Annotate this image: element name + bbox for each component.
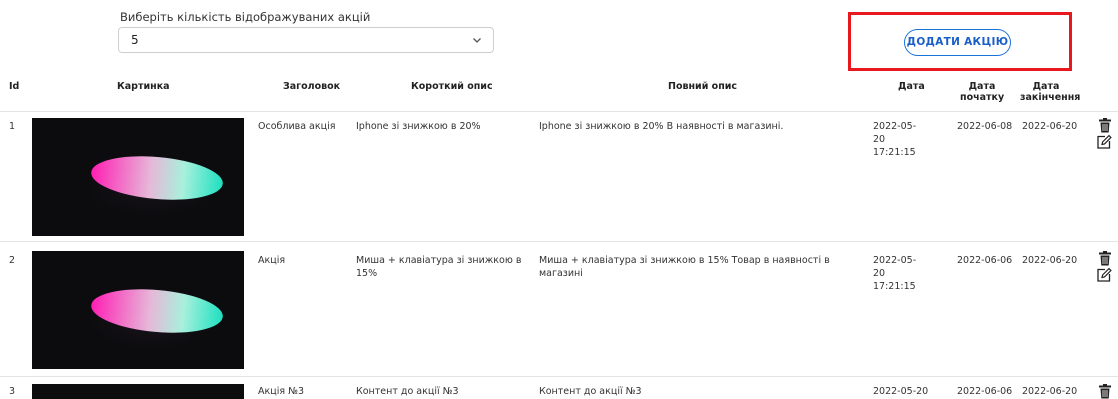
row-short: Iphone зі знижкою в 20% [356,121,481,132]
edit-icon[interactable] [1096,267,1112,283]
row-end: 2022-06-20 [1022,255,1078,266]
row-full: Миша + клавіатура зі знижкою в 15% Товар… [539,255,830,279]
row-end: 2022-06-20 [1022,386,1078,397]
edit-icon[interactable] [1096,134,1112,150]
row-title: Акція [258,255,286,266]
row-full: Контент до акції №3 [539,386,642,397]
row-date: 2022-05-20 [873,386,929,397]
row-id: 2 [9,255,16,266]
row-start: 2022-06-08 [957,121,1013,132]
header-image: Картинка [117,81,170,92]
header-full: Повний опис [668,81,738,92]
header-date: Дата [898,81,925,92]
select-label: Виберіть кількість відображуваних акцій [120,10,371,24]
row-date: 2022-05-20 17:21:15 [873,121,917,158]
header-id: Id [9,81,20,92]
promo-image [32,118,244,236]
row-title: Особлива акція [258,121,336,132]
promo-image [32,251,244,369]
header-start: Дата початку [960,81,1005,103]
count-select[interactable]: 5 [118,27,494,53]
select-value: 5 [131,33,139,47]
header-title: Заголовок [283,81,341,92]
header-short: Короткий опис [411,81,493,92]
row-start: 2022-06-06 [957,255,1013,266]
row-id: 1 [9,121,16,132]
row-date: 2022-05-20 17:21:15 [873,255,917,292]
row-short: Контент до акції №3 [356,386,459,397]
row-title: Акція №3 [258,386,305,397]
row-id: 3 [9,386,16,397]
header-divider [0,111,1118,112]
row-end: 2022-06-20 [1022,121,1078,132]
row-divider [0,241,1118,242]
row-start: 2022-06-06 [957,386,1013,397]
row-divider [0,376,1118,377]
trash-icon[interactable] [1098,384,1112,399]
row-full: Iphone зі знижкою в 20% В наявності в ма… [539,121,784,132]
trash-icon[interactable] [1098,251,1112,266]
header-end: Дата закінчення [1020,81,1081,103]
promo-image [32,384,244,399]
trash-icon[interactable] [1098,118,1112,133]
chevron-down-icon [473,38,481,43]
add-promo-button[interactable]: ДОДАТИ АКЦІЮ [904,29,1011,56]
row-short: Миша + клавіатура зі знижкою в 15% [356,255,522,279]
